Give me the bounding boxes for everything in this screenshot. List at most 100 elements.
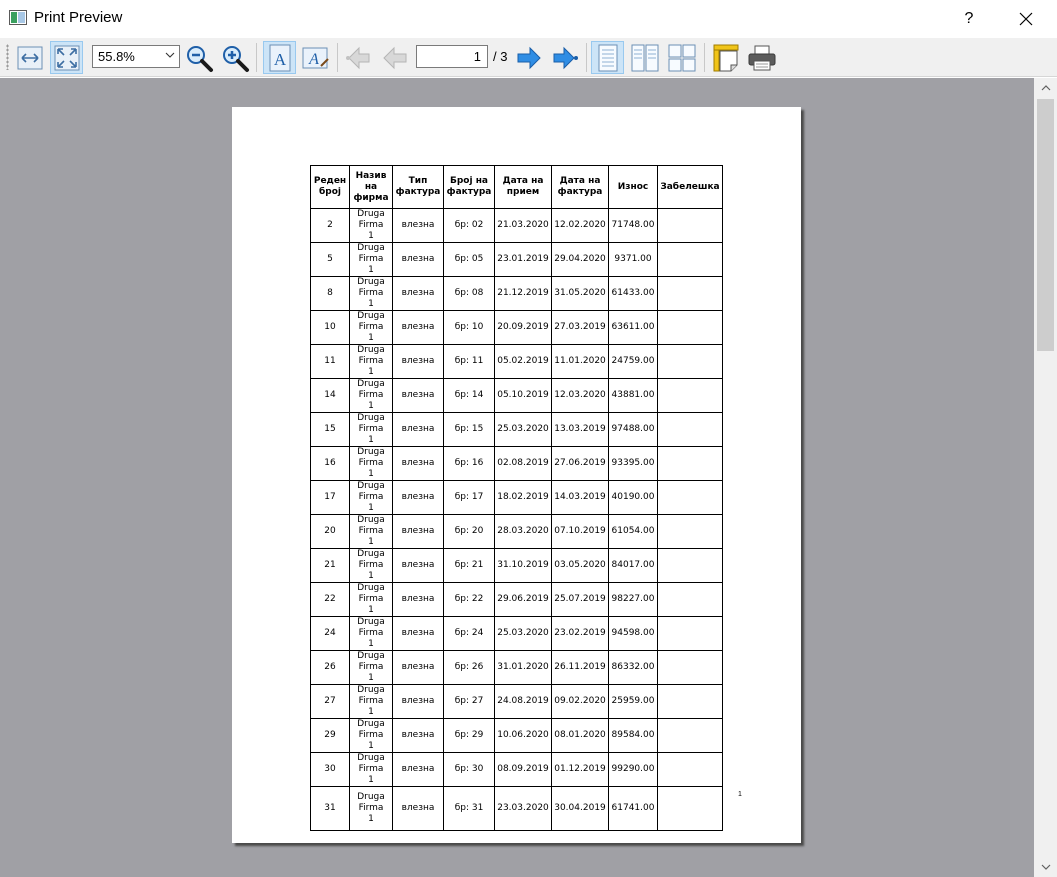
app-icon <box>9 10 27 25</box>
page-number-input[interactable]: 1 <box>416 45 488 68</box>
row-number-cell: 11 <box>310 344 350 379</box>
all-pages-button[interactable] <box>665 41 698 74</box>
row-number-cell: 24 <box>310 616 350 651</box>
scroll-down-button[interactable] <box>1034 857 1057 877</box>
table-row: 17 Druga Firma 1 влезна бр: 17 18.02.2019 14.… <box>310 480 723 515</box>
received-date-cell: 18.02.2019 <box>494 480 552 515</box>
column-header: Тип фактура <box>392 165 444 209</box>
company-name-cell: Druga Firma 1 <box>349 752 393 787</box>
invoice-number-cell: бр: 17 <box>443 480 495 515</box>
company-name-cell: Druga Firma 1 <box>349 242 393 277</box>
scroll-thumb[interactable] <box>1037 99 1054 351</box>
invoice-date-cell: 27.03.2019 <box>551 310 609 345</box>
invoice-date-cell: 31.05.2020 <box>551 276 609 311</box>
fit-page-button[interactable] <box>50 41 83 74</box>
invoice-type-cell: влезна <box>392 650 444 685</box>
invoice-date-cell: 12.03.2020 <box>551 378 609 413</box>
company-name-cell: Druga Firma 1 <box>349 310 393 345</box>
note-cell <box>657 582 723 617</box>
zoom-out-button[interactable] <box>182 41 215 74</box>
row-number-cell: 2 <box>310 208 350 243</box>
chevron-down-icon <box>165 52 175 58</box>
invoice-number-cell: бр: 21 <box>443 548 495 583</box>
single-page-button[interactable] <box>591 41 624 74</box>
note-cell <box>657 616 723 651</box>
landscape-button[interactable]: A <box>299 41 332 74</box>
toolbar-grip[interactable] <box>6 44 9 70</box>
invoice-number-cell: бр: 24 <box>443 616 495 651</box>
amount-cell: 40190.00 <box>608 480 658 515</box>
amount-cell: 24759.00 <box>608 344 658 379</box>
table-row: 21 Druga Firma 1 влезна бр: 21 31.10.2019 03.… <box>310 548 723 583</box>
table-row: 31 Druga Firma 1 влезна бр: 31 23.03.2020 30.… <box>310 786 723 831</box>
zoom-combobox[interactable]: 55.8% <box>92 45 180 68</box>
first-page-icon <box>345 46 369 69</box>
note-cell <box>657 412 723 447</box>
invoice-number-cell: бр: 10 <box>443 310 495 345</box>
note-cell <box>657 480 723 515</box>
page-setup-button[interactable] <box>709 41 742 74</box>
zoom-out-icon <box>186 45 213 72</box>
svg-text:A: A <box>308 51 319 68</box>
invoice-number-cell: бр: 22 <box>443 582 495 617</box>
printer-icon <box>748 45 775 70</box>
row-number-cell: 21 <box>310 548 350 583</box>
portrait-icon: A <box>269 44 290 71</box>
invoice-date-cell: 13.03.2019 <box>551 412 609 447</box>
previous-page-button[interactable] <box>378 41 411 74</box>
invoice-type-cell: влезна <box>392 616 444 651</box>
amount-cell: 71748.00 <box>608 208 658 243</box>
invoice-date-cell: 27.06.2019 <box>551 446 609 481</box>
invoice-type-cell: влезна <box>392 276 444 311</box>
portrait-button[interactable]: A <box>263 41 296 74</box>
invoice-date-cell: 23.02.2019 <box>551 616 609 651</box>
received-date-cell: 02.08.2019 <box>494 446 552 481</box>
received-date-cell: 21.03.2020 <box>494 208 552 243</box>
received-date-cell: 31.01.2020 <box>494 650 552 685</box>
last-page-button[interactable] <box>548 41 581 74</box>
close-button[interactable] <box>1003 0 1049 38</box>
scroll-up-button[interactable] <box>1034 78 1057 98</box>
note-cell <box>657 718 723 753</box>
table-row: 27 Druga Firma 1 влезна бр: 27 24.08.2019 09.… <box>310 684 723 719</box>
company-name-cell: Druga Firma 1 <box>349 548 393 583</box>
received-date-cell: 21.12.2019 <box>494 276 552 311</box>
received-date-cell: 10.06.2020 <box>494 718 552 753</box>
zoom-in-icon <box>222 45 249 72</box>
received-date-cell: 05.02.2019 <box>494 344 552 379</box>
landscape-icon: A <box>302 47 329 68</box>
amount-cell: 89584.00 <box>608 718 658 753</box>
fit-width-button[interactable] <box>13 41 46 74</box>
invoice-number-cell: бр: 16 <box>443 446 495 481</box>
invoice-table: Реден број Назив на фирма Тип фактура Бр… <box>310 165 723 831</box>
zoom-in-button[interactable] <box>218 41 251 74</box>
single-page-icon <box>598 44 617 71</box>
row-number-cell: 14 <box>310 378 350 413</box>
facing-pages-button[interactable] <box>628 41 661 74</box>
company-name-cell: Druga Firma 1 <box>349 208 393 243</box>
document-page: Реден број Назив на фирма Тип фактура Бр… <box>232 107 801 843</box>
help-button[interactable]: ? <box>952 0 986 38</box>
row-number-cell: 27 <box>310 684 350 719</box>
next-page-button[interactable] <box>512 41 545 74</box>
invoice-type-cell: влезна <box>392 310 444 345</box>
first-page-button[interactable] <box>342 41 375 74</box>
note-cell <box>657 208 723 243</box>
invoice-number-cell: бр: 05 <box>443 242 495 277</box>
note-cell <box>657 378 723 413</box>
row-number-cell: 31 <box>310 786 350 831</box>
invoice-number-cell: бр: 31 <box>443 786 495 831</box>
column-header: Износ <box>608 165 658 209</box>
svg-text:A: A <box>273 50 286 69</box>
amount-cell: 61741.00 <box>608 786 658 831</box>
next-page-icon <box>517 46 541 69</box>
note-cell <box>657 446 723 481</box>
invoice-number-cell: бр: 20 <box>443 514 495 549</box>
vertical-scrollbar[interactable] <box>1034 78 1057 877</box>
table-row: 30 Druga Firma 1 влезна бр: 30 08.09.2019 01.… <box>310 752 723 787</box>
received-date-cell: 25.03.2020 <box>494 412 552 447</box>
invoice-number-cell: бр: 02 <box>443 208 495 243</box>
print-button[interactable] <box>745 41 778 74</box>
column-header: Назив на фирма <box>349 165 393 209</box>
invoice-type-cell: влезна <box>392 786 444 831</box>
